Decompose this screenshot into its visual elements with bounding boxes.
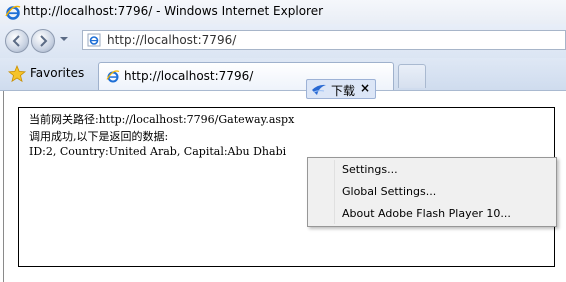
menu-item-global-settings[interactable]: Global Settings... [310,182,554,202]
address-url: http://localhost:7796/ [107,33,237,47]
new-tab-button[interactable] [398,64,426,88]
recent-pages-dropdown-icon[interactable] [60,35,68,43]
back-button[interactable] [5,29,29,53]
menu-item-label: Global Settings... [342,185,437,198]
download-toolbar-button[interactable]: 下载 × [306,79,376,99]
forward-button[interactable] [31,29,55,53]
close-icon[interactable]: × [360,81,370,95]
call-success-text: 调用成功,以下是返回的数据: [29,130,169,143]
address-input[interactable]: http://localhost:7796/ [82,30,566,50]
tab-title: http://localhost:7796/ [124,69,254,83]
favorites-label: Favorites [30,66,85,80]
gateway-path-text: 当前网关路径:http://localhost:7796/Gateway.asp… [29,113,295,126]
navigation-bar: http://localhost:7796/ [0,24,566,58]
star-icon [8,65,26,83]
window-titlebar: http://localhost:7796/ - Windows Interne… [0,0,566,24]
arrow-left-icon [12,35,20,47]
menu-item-settings[interactable]: Settings... [310,160,554,180]
flash-context-menu: Settings... Global Settings... About Ado… [307,157,557,227]
page-ie-icon [87,33,101,47]
menu-item-label: About Adobe Flash Player 10... [342,207,511,220]
favorites-tab-bar: Favorites http://localhost:7796/ [0,58,566,91]
tab-ie-icon [106,70,120,83]
download-arrow-icon [312,84,326,95]
download-label: 下载 [331,84,356,98]
arrow-right-icon [40,35,48,47]
ie-logo-icon [5,5,21,20]
window-title: http://localhost:7796/ - Windows Interne… [23,4,324,18]
menu-item-label: Settings... [342,163,398,176]
menu-item-about-flash[interactable]: About Adobe Flash Player 10... [310,204,554,224]
result-data-text: ID:2, Country:United Arab, Capital:Abu D… [29,145,287,158]
